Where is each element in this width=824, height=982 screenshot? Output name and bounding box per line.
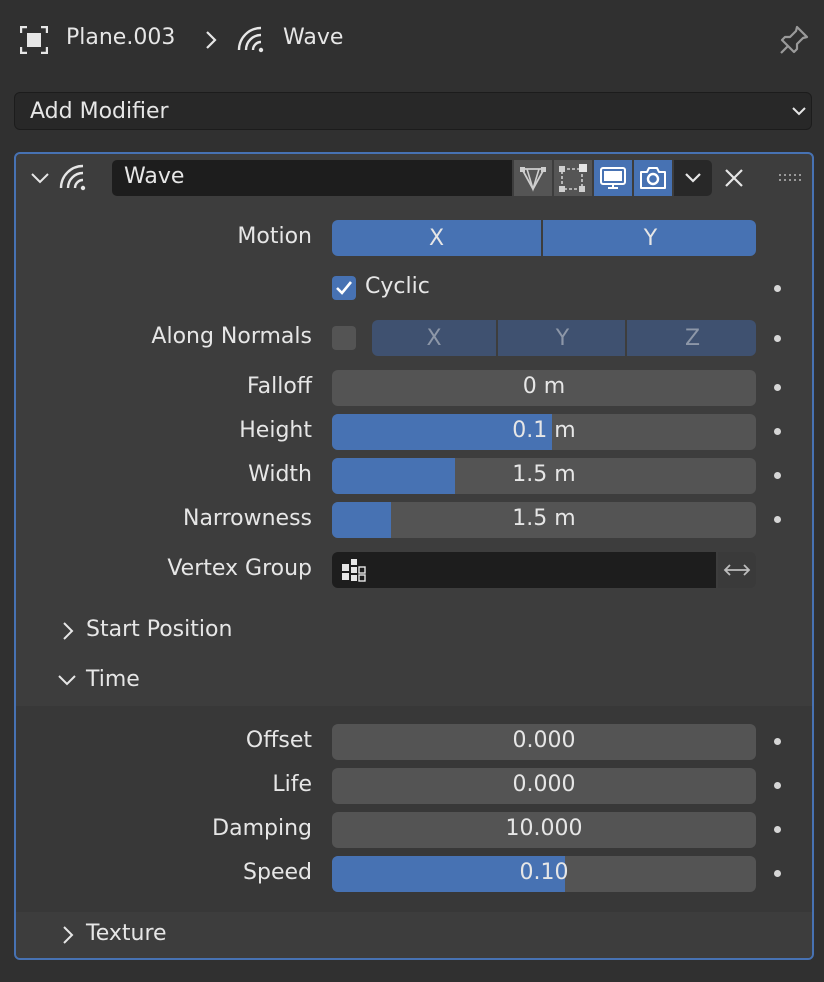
normal-axis-toggle-group: X Y Z: [372, 320, 756, 356]
edit-mode-toggle[interactable]: [514, 160, 552, 196]
falloff-slider[interactable]: 0 m: [332, 370, 756, 406]
breadcrumb-object[interactable]: Plane.003: [66, 25, 175, 50]
invert-vertex-group-toggle[interactable]: [718, 552, 756, 588]
add-modifier-dropdown[interactable]: Add Modifier: [14, 92, 812, 130]
cyclic-label: Cyclic: [365, 274, 430, 299]
render-toggle[interactable]: [634, 160, 672, 196]
height-slider[interactable]: 0.1 m: [332, 414, 756, 450]
chevron-down-icon: [683, 171, 703, 185]
keyframe-dot-height[interactable]: [774, 428, 781, 435]
chevron-right-icon[interactable]: [60, 620, 76, 642]
life-value: 0.000: [512, 772, 576, 797]
damping-field[interactable]: 10.000: [332, 812, 756, 848]
damping-value: 10.000: [505, 816, 583, 841]
time-header[interactable]: Time: [86, 667, 140, 692]
render-icon: [639, 165, 667, 191]
keyframe-dot-width[interactable]: [774, 472, 781, 479]
invert-icon: [723, 562, 751, 578]
along-normals-checkbox[interactable]: [332, 326, 356, 350]
offset-value: 0.000: [512, 728, 576, 753]
vertex-group-label: Vertex Group: [167, 556, 312, 581]
falloff-label: Falloff: [247, 374, 312, 399]
motion-x-toggle[interactable]: X: [332, 220, 543, 256]
offset-label: Offset: [245, 728, 312, 753]
checkmark-icon: [336, 281, 353, 295]
motion-label: Motion: [237, 224, 312, 249]
extra-options-dropdown[interactable]: [674, 160, 712, 196]
width-value: 1.5 m: [512, 462, 576, 487]
collapse-chevron-icon[interactable]: [30, 170, 50, 186]
keyframe-dot-along-normals[interactable]: [774, 335, 781, 342]
normal-axis-x-toggle[interactable]: X: [372, 320, 498, 356]
motion-y-toggle[interactable]: Y: [545, 220, 756, 256]
cage-icon: [558, 163, 588, 193]
keyframe-dot-life[interactable]: [774, 782, 781, 789]
object-data-icon: [20, 26, 48, 54]
texture-header[interactable]: Texture: [86, 921, 167, 946]
height-label: Height: [239, 418, 312, 443]
chevron-down-icon[interactable]: [56, 672, 78, 688]
wave-modifier-icon: [236, 24, 268, 56]
add-modifier-label: Add Modifier: [30, 99, 169, 124]
speed-value: 0.10: [519, 860, 569, 885]
drag-handle-icon[interactable]: [778, 172, 802, 184]
wave-modifier-icon: [58, 162, 90, 194]
realtime-display-toggle[interactable]: [594, 160, 632, 196]
modifier-name-input[interactable]: Wave: [112, 160, 512, 196]
narrowness-slider[interactable]: 1.5 m: [332, 502, 756, 538]
speed-slider[interactable]: 0.10: [332, 856, 756, 892]
offset-field[interactable]: 0.000: [332, 724, 756, 760]
chevron-down-icon: [791, 105, 807, 117]
narrowness-label: Narrowness: [182, 506, 312, 531]
falloff-value: 0 m: [522, 374, 566, 399]
along-normals-label: Along Normals: [151, 324, 312, 349]
vertex-group-icon: [340, 558, 368, 584]
keyframe-dot-cyclic[interactable]: [774, 285, 781, 292]
cage-toggle[interactable]: [554, 160, 592, 196]
start-position-header[interactable]: Start Position: [86, 617, 232, 642]
keyframe-dot-speed[interactable]: [774, 870, 781, 877]
keyframe-dot-falloff[interactable]: [774, 384, 781, 391]
keyframe-dot-damping[interactable]: [774, 826, 781, 833]
normal-axis-y-toggle[interactable]: Y: [500, 320, 627, 356]
keyframe-dot-narrowness[interactable]: [774, 516, 781, 523]
width-slider[interactable]: 1.5 m: [332, 458, 756, 494]
width-label: Width: [248, 462, 312, 487]
chevron-right-icon[interactable]: [60, 924, 76, 946]
keyframe-dot-offset[interactable]: [774, 738, 781, 745]
realtime-display-icon: [599, 165, 627, 191]
close-icon[interactable]: [722, 166, 746, 190]
breadcrumb-modifier[interactable]: Wave: [283, 25, 343, 50]
normal-axis-z-toggle[interactable]: Z: [629, 320, 756, 356]
cyclic-checkbox[interactable]: [332, 276, 356, 300]
modifier-name-value: Wave: [124, 164, 185, 189]
vertex-group-field[interactable]: [332, 552, 716, 588]
narrowness-value: 1.5 m: [512, 506, 576, 531]
edit-mode-icon: [519, 164, 547, 192]
height-value: 0.1 m: [512, 418, 576, 443]
speed-label: Speed: [243, 860, 312, 885]
damping-label: Damping: [212, 816, 312, 841]
breadcrumb-separator-icon: [204, 30, 218, 50]
life-label: Life: [272, 772, 312, 797]
pin-icon[interactable]: [778, 24, 810, 56]
motion-toggle-group: X Y: [332, 220, 756, 256]
life-field[interactable]: 0.000: [332, 768, 756, 804]
